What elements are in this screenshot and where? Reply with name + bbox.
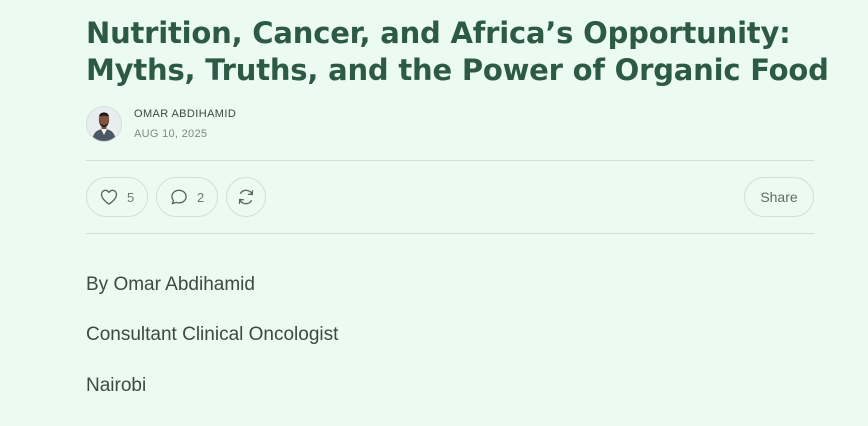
divider-top [86, 160, 814, 161]
refresh-arrows-icon [236, 187, 256, 207]
divider-bottom [86, 233, 814, 234]
like-count: 5 [127, 189, 135, 205]
like-button[interactable]: 5 [86, 177, 148, 217]
heart-icon [99, 187, 119, 207]
post-title-line-1: Nutrition, Cancer, and Africa’s Opportun… [86, 16, 791, 50]
share-button[interactable]: Share [744, 177, 814, 217]
comment-count: 2 [197, 189, 205, 205]
comment-button[interactable]: 2 [156, 177, 218, 217]
post-title: Nutrition, Cancer, and Africa’s Opportun… [86, 15, 829, 89]
author-avatar[interactable] [86, 106, 122, 142]
byline-text: By Omar Abdihamid [86, 274, 255, 295]
restack-button[interactable] [226, 177, 266, 217]
role-text: Consultant Clinical Oncologist [86, 324, 339, 345]
author-name[interactable]: OMAR ABDIHAMID [134, 108, 236, 120]
post-page: Nutrition, Cancer, and Africa’s Opportun… [0, 0, 868, 426]
location-text: Nairobi [86, 375, 147, 396]
post-title-line-2: Myths, Truths, and the Power of Organic … [86, 53, 829, 87]
author-photo [87, 107, 121, 141]
post-date: AUG 10, 2025 [134, 128, 208, 140]
speech-bubble-icon [169, 187, 189, 207]
